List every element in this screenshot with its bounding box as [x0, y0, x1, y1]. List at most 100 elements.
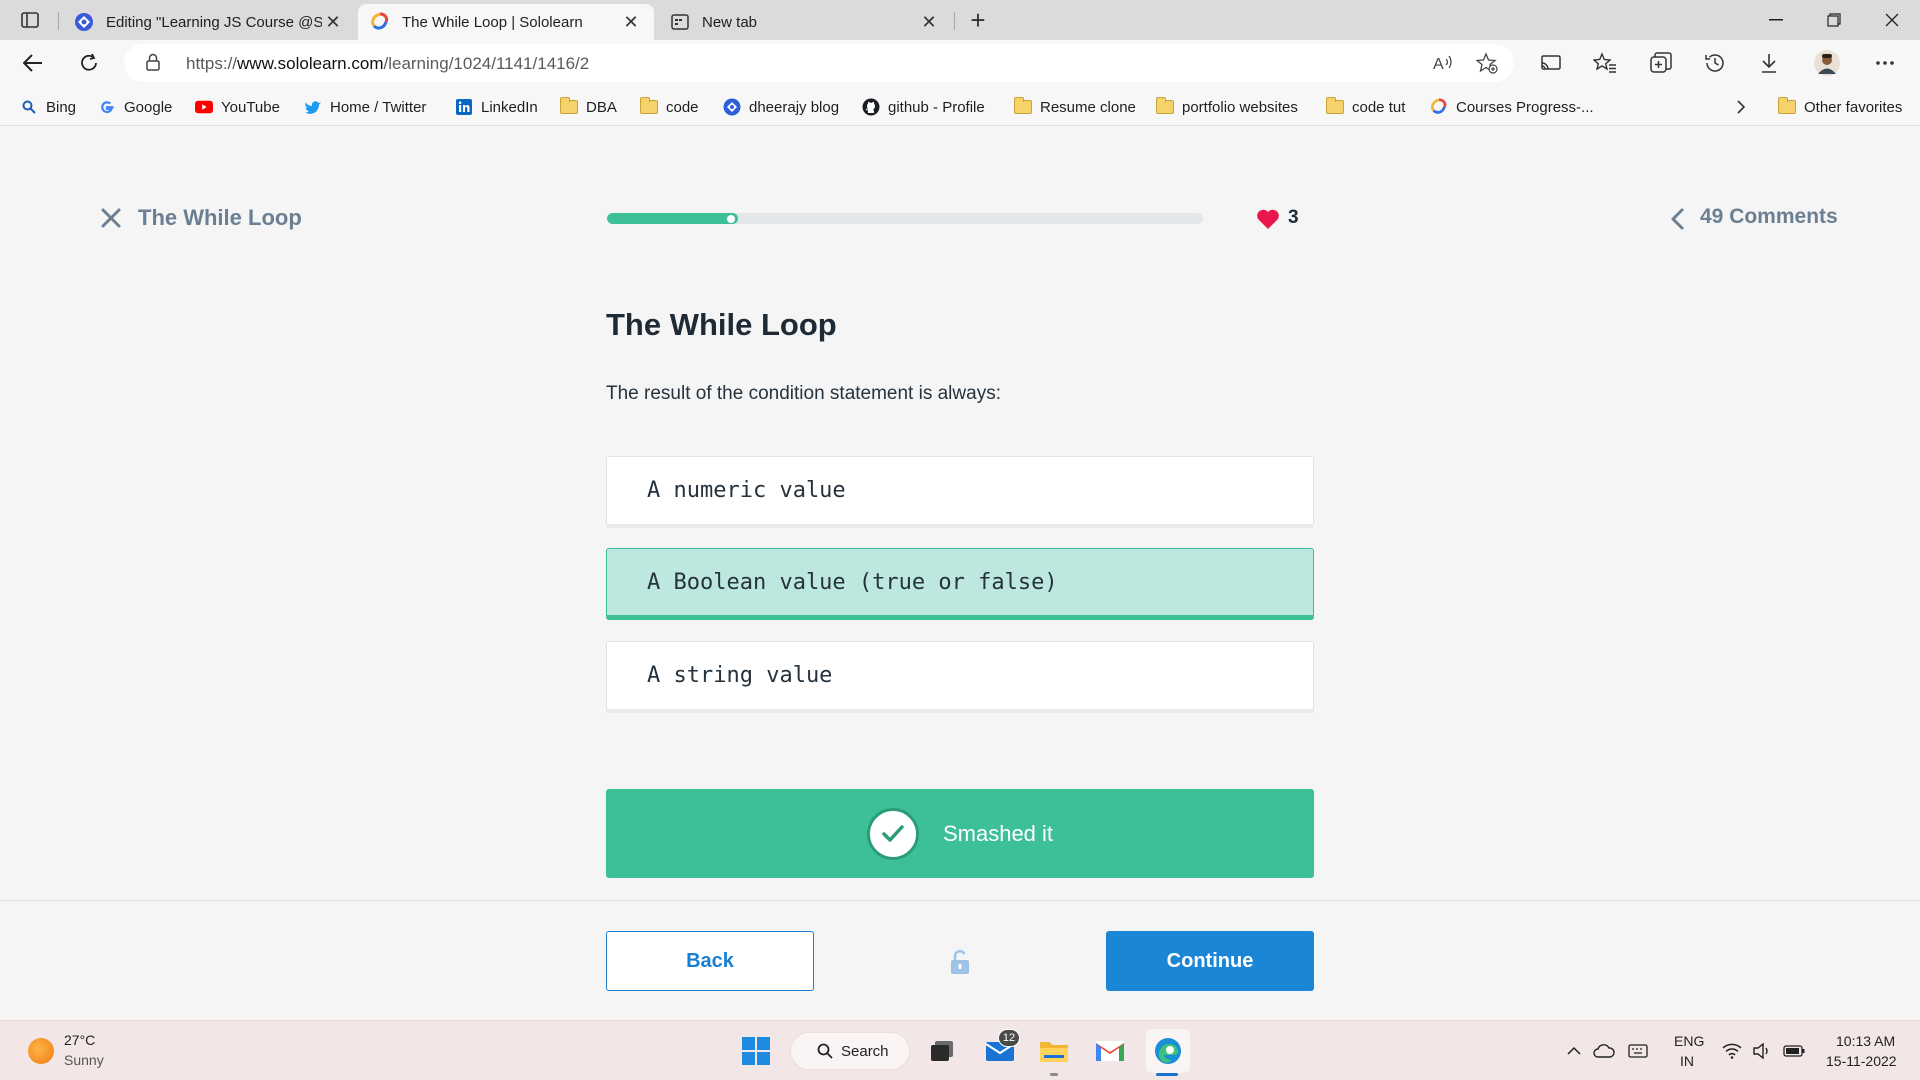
- bookmark-folder-resume[interactable]: Resume clone: [1014, 96, 1136, 118]
- bookmark-label: LinkedIn: [481, 98, 538, 116]
- folder-icon: [1014, 97, 1032, 116]
- windows-start-icon[interactable]: [738, 1033, 774, 1069]
- profile-avatar[interactable]: [1812, 48, 1842, 78]
- close-tab-icon[interactable]: ✕: [918, 11, 940, 33]
- folder-icon: [640, 97, 658, 116]
- continue-button[interactable]: Continue: [1106, 931, 1314, 991]
- bookmark-courses-progress[interactable]: Courses Progress-...: [1430, 96, 1594, 118]
- running-indicator: [1050, 1073, 1058, 1076]
- region-indicator[interactable]: IN: [1680, 1053, 1694, 1069]
- bookmarks-overflow-chevron-icon[interactable]: [1736, 96, 1746, 118]
- result-text: Smashed it: [942, 820, 1054, 846]
- more-menu-icon[interactable]: [1870, 48, 1900, 78]
- url-scheme: https://: [186, 54, 238, 73]
- clock-time[interactable]: 10:13 AM: [1836, 1033, 1895, 1049]
- lesson-header-title: The While Loop: [138, 205, 302, 230]
- answer-option-text: A numeric value: [647, 478, 846, 503]
- downloads-icon[interactable]: [1754, 48, 1784, 78]
- answer-option[interactable]: A string value: [606, 641, 1314, 713]
- folder-icon: [560, 97, 578, 116]
- address-bar[interactable]: https://www.sololearn.com/learning/1024/…: [124, 44, 1514, 82]
- language-indicator[interactable]: ENG: [1674, 1033, 1704, 1049]
- close-icon[interactable]: [100, 207, 122, 229]
- add-favorite-icon[interactable]: [1474, 51, 1500, 75]
- tab-sololearn[interactable]: The While Loop | Sololearn ✕: [358, 4, 654, 40]
- weather-condition[interactable]: Sunny: [64, 1052, 104, 1068]
- url-domain: www.sololearn.com: [237, 54, 384, 73]
- bookmark-dheerajy-blog[interactable]: dheerajy blog: [723, 96, 839, 118]
- google-icon: [98, 98, 116, 116]
- question-text: The result of the condition statement is…: [606, 383, 1001, 404]
- blog-icon: [723, 98, 741, 116]
- bookmark-label: DBA: [586, 98, 617, 116]
- bookmark-google[interactable]: Google: [98, 96, 172, 118]
- bookmark-youtube[interactable]: YouTube: [195, 96, 280, 118]
- answer-option-correct[interactable]: A Boolean value (true or false): [606, 548, 1314, 620]
- new-tab-button[interactable]: +: [964, 5, 992, 35]
- editor-icon: [74, 12, 94, 32]
- bookmark-folder-code[interactable]: code: [640, 96, 699, 118]
- mail-badge: 12: [998, 1029, 1020, 1047]
- close-window-icon[interactable]: [1864, 0, 1920, 40]
- onedrive-cloud-icon[interactable]: [1592, 1039, 1616, 1063]
- tab-actions-icon[interactable]: [16, 8, 44, 32]
- lock-icon[interactable]: [146, 53, 160, 76]
- search-label: Search: [841, 1042, 889, 1060]
- close-tab-icon[interactable]: ✕: [322, 11, 344, 33]
- url-text[interactable]: https://www.sololearn.com/learning/1024/…: [186, 54, 589, 74]
- wifi-icon[interactable]: [1720, 1039, 1744, 1063]
- bookmark-github[interactable]: github - Profile: [862, 96, 985, 118]
- bookmark-label: Resume clone: [1040, 98, 1136, 116]
- linkedin-icon: [455, 98, 473, 116]
- chevron-up-icon[interactable]: [1562, 1039, 1586, 1063]
- bookmark-bing[interactable]: Bing: [20, 96, 76, 118]
- bookmark-label: Google: [124, 98, 173, 116]
- sun-icon[interactable]: [28, 1038, 54, 1064]
- sololearn-icon: [370, 12, 390, 32]
- chevron-left-icon[interactable]: [1668, 207, 1688, 231]
- bookmark-linkedin[interactable]: LinkedIn: [455, 96, 538, 118]
- clock-date[interactable]: 15-11-2022: [1826, 1053, 1897, 1069]
- bookmark-other-favorites[interactable]: Other favorites: [1778, 96, 1902, 118]
- bookmarks-bar: Bing Google YouTube Home / Twitter Linke…: [0, 86, 1920, 126]
- task-view-icon[interactable]: [924, 1033, 960, 1069]
- battery-icon[interactable]: [1782, 1039, 1806, 1063]
- volume-icon[interactable]: [1750, 1039, 1774, 1063]
- edge-browser-icon[interactable]: [1146, 1029, 1190, 1073]
- file-explorer-icon[interactable]: [1036, 1033, 1072, 1069]
- tab-separator: [954, 12, 955, 30]
- tab-editing[interactable]: Editing "Learning JS Course @Sololearn" …: [62, 4, 356, 40]
- minimize-icon[interactable]: [1748, 0, 1804, 40]
- bookmark-label: dheerajy blog: [749, 98, 840, 116]
- answer-option-text: A Boolean value (true or false): [647, 569, 1058, 595]
- tab-title: New tab: [702, 13, 758, 31]
- favorites-icon[interactable]: [1590, 48, 1620, 78]
- svg-text:A: A: [1433, 56, 1444, 73]
- collections-icon[interactable]: [1646, 48, 1676, 78]
- bookmark-folder-dba[interactable]: DBA: [560, 96, 617, 118]
- check-icon: [866, 807, 919, 860]
- lesson-progress-bar: [607, 213, 1203, 224]
- bookmark-folder-code-tut[interactable]: code tut: [1326, 96, 1405, 118]
- gmail-icon[interactable]: [1092, 1033, 1128, 1069]
- bookmark-twitter[interactable]: Home / Twitter: [304, 96, 426, 118]
- back-button[interactable]: Back: [606, 931, 814, 991]
- bookmark-folder-portfolio[interactable]: portfolio websites: [1156, 96, 1298, 118]
- refresh-icon[interactable]: [72, 46, 106, 80]
- history-icon[interactable]: [1700, 48, 1730, 78]
- keyboard-icon[interactable]: [1626, 1039, 1650, 1063]
- taskbar-search[interactable]: Search: [790, 1032, 910, 1070]
- result-banner: Smashed it: [606, 789, 1314, 878]
- answer-option-text: A string value: [647, 663, 833, 688]
- tab-new[interactable]: New tab ✕: [658, 4, 952, 40]
- comments-link[interactable]: 49 Comments: [1700, 205, 1838, 229]
- youtube-icon: [195, 98, 213, 116]
- restore-icon[interactable]: [1806, 0, 1862, 40]
- cast-icon[interactable]: [1536, 48, 1566, 78]
- read-aloud-icon[interactable]: A: [1430, 51, 1456, 75]
- footer-divider: [0, 900, 1920, 901]
- back-arrow-icon[interactable]: [16, 46, 50, 80]
- answer-option[interactable]: A numeric value: [606, 456, 1314, 528]
- weather-temperature[interactable]: 27°C: [64, 1032, 95, 1048]
- close-tab-icon[interactable]: ✕: [620, 11, 642, 33]
